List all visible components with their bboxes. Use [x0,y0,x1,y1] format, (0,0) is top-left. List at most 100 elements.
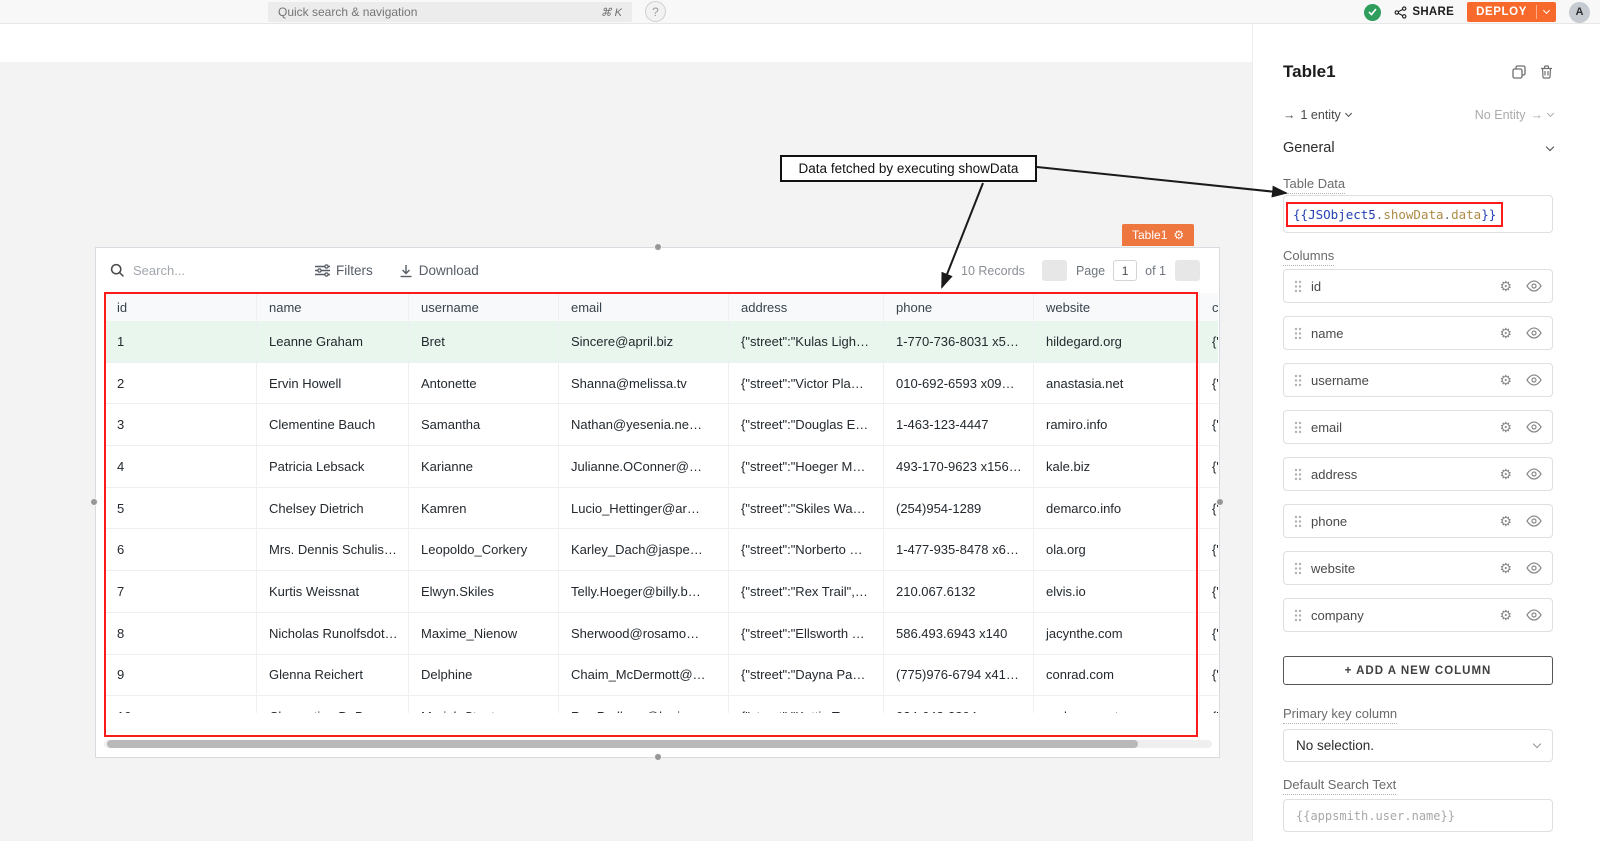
table-search[interactable] [110,263,315,278]
column-header[interactable]: email [559,293,729,321]
cell: {" [1200,446,1218,487]
column-header[interactable]: address [729,293,884,321]
column-item-address[interactable]: address ⚙ [1283,457,1553,491]
column-visibility-eye-icon[interactable] [1526,562,1542,574]
column-settings-gear-icon[interactable]: ⚙ [1499,608,1512,622]
table-row[interactable]: 6 Mrs. Dennis Schulis… Leopoldo_Corkery … [105,529,1218,571]
column-header[interactable]: id [105,293,257,321]
resize-handle-right[interactable] [1216,498,1224,506]
column-visibility-eye-icon[interactable] [1526,468,1542,480]
table-search-input[interactable] [133,263,283,278]
avatar[interactable]: A [1569,2,1590,23]
column-item-company[interactable]: company ⚙ [1283,598,1553,632]
column-settings-gear-icon[interactable]: ⚙ [1499,279,1512,293]
primary-key-select[interactable]: No selection. [1283,729,1553,762]
drag-handle-icon[interactable] [1294,327,1302,340]
drag-handle-icon[interactable] [1294,421,1302,434]
column-header[interactable]: phone [884,293,1034,321]
drag-handle-icon[interactable] [1294,515,1302,528]
column-visibility-eye-icon[interactable] [1526,327,1542,339]
cell: {" [1200,529,1218,570]
column-header[interactable]: website [1034,293,1200,321]
table-row[interactable]: 3 Clementine Bauch Samantha Nathan@yesen… [105,404,1218,446]
widget-settings-gear-icon[interactable]: ⚙ [1173,228,1184,242]
help-icon[interactable]: ? [645,1,666,22]
quick-search-input[interactable] [278,5,593,19]
column-item-phone[interactable]: phone ⚙ [1283,504,1553,538]
table-row[interactable]: 10 Clementina DuBuqu… Moriah.Stanton Rey… [105,696,1218,713]
drag-handle-icon[interactable] [1294,280,1302,293]
column-header[interactable]: name [257,293,409,321]
column-settings-gear-icon[interactable]: ⚙ [1499,373,1512,387]
code-token: JSObject5 [1308,207,1376,222]
widget-name-badge[interactable]: Table1 ⚙ [1122,224,1194,246]
drag-handle-icon[interactable] [1294,468,1302,481]
cell: Glenna Reichert [257,655,409,696]
incoming-entities-dropdown[interactable]: → 1 entity [1283,108,1475,122]
cell: Nathan@yesenia.ne… [559,404,729,445]
column-settings-gear-icon[interactable]: ⚙ [1499,420,1512,434]
columns-label: Columns [1283,248,1334,266]
delete-widget-icon[interactable] [1540,65,1553,79]
table-widget[interactable]: Filters Download 10 Records Page of 1 id… [95,247,1220,758]
column-visibility-eye-icon[interactable] [1526,609,1542,621]
table-row[interactable]: 9 Glenna Reichert Delphine Chaim_McDermo… [105,655,1218,697]
column-settings-gear-icon[interactable]: ⚙ [1499,467,1512,481]
column-item-username[interactable]: username ⚙ [1283,363,1553,397]
resize-handle-left[interactable] [90,498,98,506]
outgoing-entities-dropdown[interactable]: No Entity → [1475,108,1553,122]
column-visibility-eye-icon[interactable] [1526,421,1542,433]
table-row[interactable]: 7 Kurtis Weissnat Elwyn.Skiles Telly.Hoe… [105,571,1218,613]
column-visibility-eye-icon[interactable] [1526,515,1542,527]
cell: {"street":"Kulas Ligh… [729,321,884,362]
column-settings-gear-icon[interactable]: ⚙ [1499,514,1512,528]
resize-handle-top[interactable] [654,243,662,251]
drag-handle-icon[interactable] [1294,562,1302,575]
page-number-input[interactable] [1113,260,1137,281]
copy-widget-icon[interactable] [1512,65,1526,79]
table-row[interactable]: 5 Chelsey Dietrich Kamren Lucio_Hettinge… [105,488,1218,530]
filters-button[interactable]: Filters [315,263,373,278]
cell: {"street":"Skiles Wa… [729,488,884,529]
column-settings-gear-icon[interactable]: ⚙ [1499,561,1512,575]
column-visibility-eye-icon[interactable] [1526,374,1542,386]
column-item-name[interactable]: name ⚙ [1283,316,1553,350]
cell: {" [1200,696,1218,713]
column-item-id[interactable]: id ⚙ [1283,269,1553,303]
resize-handle-bottom[interactable] [654,753,662,761]
next-page-button[interactable] [1175,260,1200,281]
deploy-chevron-down-icon[interactable] [1537,11,1556,13]
column-settings-gear-icon[interactable]: ⚙ [1499,326,1512,340]
horizontal-scrollbar-thumb[interactable] [107,740,1138,748]
column-item-email[interactable]: email ⚙ [1283,410,1553,444]
table-header-row: id name username email address phone web… [105,293,1218,321]
table-row[interactable]: 1 Leanne Graham Bret Sincere@april.biz {… [105,321,1218,363]
column-item-label: username [1311,373,1499,388]
deploy-button[interactable]: DEPLOY [1467,2,1556,22]
column-visibility-eye-icon[interactable] [1526,280,1542,292]
cell: 586.493.6943 x140 [884,613,1034,654]
general-section-header[interactable]: General [1283,140,1553,156]
table-row[interactable]: 8 Nicholas Runolfsdot… Maxime_Nienow She… [105,613,1218,655]
add-new-column-button[interactable]: + ADD A NEW COLUMN [1283,656,1553,685]
drag-handle-icon[interactable] [1294,609,1302,622]
table-row[interactable]: 2 Ervin Howell Antonette Shanna@melissa.… [105,363,1218,405]
cell: Elwyn.Skiles [409,571,559,612]
cell: {" [1200,363,1218,404]
quick-search[interactable]: ⌘ K [268,2,632,22]
column-item-label: email [1311,420,1499,435]
chevron-down-icon [1345,110,1352,117]
widget-title[interactable]: Table1 [1283,62,1498,82]
default-search-text-field[interactable]: {{appsmith.user.name}} [1283,799,1553,832]
column-header[interactable]: username [409,293,559,321]
search-icon [110,263,125,278]
column-item-website[interactable]: website ⚙ [1283,551,1553,585]
drag-handle-icon[interactable] [1294,374,1302,387]
download-button[interactable]: Download [399,263,479,278]
cell: {"street":"Kattie Tur… [729,696,884,713]
prev-page-button[interactable] [1042,260,1067,281]
table-data-field[interactable]: {{JSObject5.showData.data}} [1283,195,1553,233]
share-button[interactable]: SHARE [1394,6,1454,19]
column-header[interactable]: co [1200,293,1218,321]
table-row[interactable]: 4 Patricia Lebsack Karianne Julianne.OCo… [105,446,1218,488]
